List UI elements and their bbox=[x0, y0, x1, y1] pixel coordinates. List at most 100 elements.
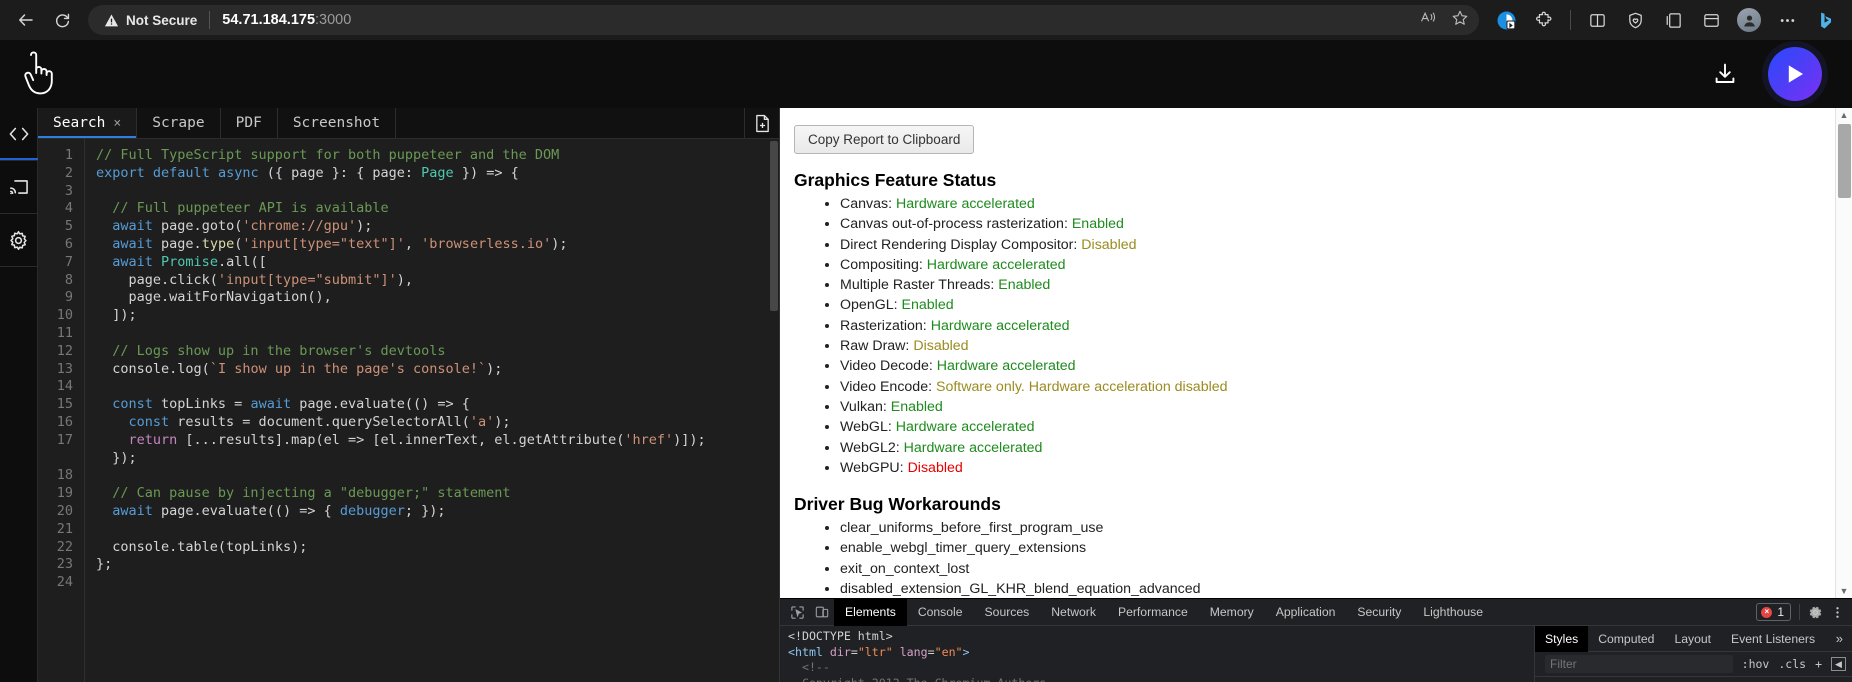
code-token: type bbox=[201, 235, 235, 252]
copy-report-button[interactable]: Copy Report to Clipboard bbox=[794, 125, 975, 154]
code-token: }; bbox=[96, 556, 113, 573]
report-item-label: WebGL2: bbox=[840, 439, 900, 456]
report-list-item: Rasterization: Hardware accelerated bbox=[840, 316, 1835, 336]
devtools-tab-lighthouse[interactable]: Lighthouse bbox=[1412, 599, 1494, 626]
styles-filter-input[interactable] bbox=[1545, 655, 1733, 673]
editor-scrollbar-thumb[interactable] bbox=[770, 141, 778, 311]
code-line: await page.evaluate(() => { debugger; })… bbox=[96, 503, 779, 521]
line-number: 7 bbox=[64, 253, 73, 270]
report-list-item: Canvas: Hardware accelerated bbox=[840, 194, 1835, 214]
scroll-up-arrow[interactable]: ▲ bbox=[1836, 110, 1852, 120]
styles-more-tabs-button[interactable]: » bbox=[1827, 631, 1852, 646]
devtools-tab-label: Lighthouse bbox=[1423, 605, 1484, 619]
code-token: // Logs show up in the browser's devtool… bbox=[96, 342, 446, 359]
new-style-rule-button[interactable]: + bbox=[1815, 657, 1822, 671]
devtools-tab-label: Console bbox=[917, 605, 963, 619]
download-button[interactable] bbox=[1708, 57, 1742, 91]
collections-button[interactable] bbox=[1656, 4, 1690, 36]
code-token: Promise bbox=[161, 253, 218, 270]
browser-essentials-button[interactable] bbox=[1618, 4, 1652, 36]
sidebar-item-devtools-cast[interactable] bbox=[0, 161, 38, 213]
devtools-tab-memory[interactable]: Memory bbox=[1199, 599, 1265, 626]
toolbar-divider bbox=[1570, 10, 1571, 30]
settings-and-more-button[interactable] bbox=[1770, 4, 1804, 36]
code-line: return [...results].map(el => [el.innerT… bbox=[96, 432, 779, 450]
devtools-tab-network[interactable]: Network bbox=[1040, 599, 1107, 626]
copilot-button[interactable] bbox=[1489, 4, 1523, 36]
favorites-bar-button[interactable] bbox=[1694, 4, 1728, 36]
sidebar-item-code-editor[interactable] bbox=[0, 108, 38, 160]
code-token: page. bbox=[152, 218, 202, 235]
editor-scrollbar[interactable] bbox=[769, 139, 779, 682]
page-scrollbar-thumb[interactable] bbox=[1838, 124, 1851, 198]
styles-tab-event-listeners[interactable]: Event Listeners bbox=[1721, 626, 1825, 652]
tab-screenshot[interactable]: Screenshot bbox=[278, 108, 397, 138]
tab-pdf[interactable]: PDF bbox=[221, 108, 278, 138]
back-button[interactable] bbox=[10, 4, 42, 36]
devtools-tab-console[interactable]: Console bbox=[907, 599, 974, 626]
styles-tab-computed[interactable]: Computed bbox=[1588, 626, 1664, 652]
tab-search[interactable]: Search × bbox=[38, 108, 138, 138]
report-item-label: Rasterization: bbox=[840, 317, 927, 334]
hov-toggle-button[interactable]: :hov bbox=[1742, 657, 1770, 671]
page-scrollbar[interactable]: ▲ ▼ bbox=[1835, 108, 1852, 598]
code-line: await page.type('input[type="text"]', 'b… bbox=[96, 236, 779, 254]
split-screen-button[interactable] bbox=[1580, 4, 1614, 36]
extensions-button[interactable] bbox=[1527, 4, 1561, 36]
code-token: .all([ bbox=[217, 253, 267, 270]
cls-toggle-button[interactable]: .cls bbox=[1778, 657, 1806, 671]
new-file-button[interactable] bbox=[745, 108, 779, 138]
code-line: // Can pause by injecting a "debugger;" … bbox=[96, 485, 779, 503]
star-icon[interactable] bbox=[1451, 9, 1469, 32]
dom-tree[interactable]: <!DOCTYPE html> <html dir="ltr" lang="en"… bbox=[780, 626, 1534, 682]
panel-toggle-icon[interactable]: ◀ bbox=[1831, 657, 1846, 671]
security-indicator[interactable]: Not Secure bbox=[104, 13, 197, 28]
report-item-value: Disabled bbox=[907, 459, 963, 476]
styles-tab-styles[interactable]: Styles bbox=[1535, 625, 1589, 652]
sidebar-item-settings[interactable] bbox=[0, 214, 38, 266]
error-badge[interactable]: × 1 bbox=[1756, 603, 1791, 621]
code-brackets-icon bbox=[9, 127, 28, 141]
report-item-label: Canvas out-of-process rasterization: bbox=[840, 216, 1068, 233]
run-button[interactable] bbox=[1768, 47, 1822, 101]
code-token: 'input[type="text"]' bbox=[242, 235, 405, 252]
read-aloud-icon[interactable] bbox=[1420, 10, 1437, 30]
dom-line[interactable]: <html dir="ltr" lang="en"> bbox=[788, 645, 1534, 661]
devtools-tab-sources[interactable]: Sources bbox=[974, 599, 1041, 626]
devtools-tab-performance[interactable]: Performance bbox=[1107, 599, 1199, 626]
devtools-tab-security[interactable]: Security bbox=[1346, 599, 1412, 626]
devtools-settings-button[interactable] bbox=[1808, 605, 1823, 620]
report-list-item: enable_webgl_timer_query_extensions bbox=[840, 538, 1835, 558]
code-token: }) => { bbox=[453, 164, 519, 181]
gear-icon bbox=[10, 230, 27, 250]
code-line: page.click('input[type="submit"]'), bbox=[96, 272, 779, 290]
scroll-down-arrow[interactable]: ▼ bbox=[1836, 586, 1852, 596]
address-bar[interactable]: Not Secure 54.71.184.175:3000 bbox=[88, 5, 1479, 35]
reload-button[interactable] bbox=[46, 4, 78, 36]
dom-line[interactable]: <!-- bbox=[788, 660, 1534, 676]
bing-sidebar-button[interactable] bbox=[1808, 4, 1842, 36]
devtools-tab-elements[interactable]: Elements bbox=[834, 598, 907, 626]
tab-scrape[interactable]: Scrape bbox=[137, 108, 221, 138]
bing-sidebar-icon bbox=[1820, 11, 1831, 29]
dom-line[interactable]: <!DOCTYPE html> bbox=[788, 629, 1534, 645]
code-token: async bbox=[217, 164, 259, 181]
styles-tab-layout[interactable]: Layout bbox=[1664, 626, 1721, 652]
report-list-item: Direct Rendering Display Compositor: Dis… bbox=[840, 235, 1835, 255]
devtools-more-button[interactable] bbox=[1831, 605, 1844, 620]
profile-button[interactable] bbox=[1732, 4, 1766, 36]
omnibox-divider bbox=[209, 11, 211, 29]
inspect-element-button[interactable] bbox=[784, 601, 810, 623]
tab-close-icon[interactable]: × bbox=[113, 116, 121, 131]
dom-line[interactable]: Copyright 2012 The Chromium Authors bbox=[788, 676, 1534, 682]
code-content[interactable]: // Full TypeScript support for both pupp… bbox=[84, 139, 779, 682]
code-editor[interactable]: 1 2 3 4 5 6 7 8 9 10 11 12 13 14 15 16 17 18 19 20 21 22 23 24 … bbox=[38, 139, 779, 682]
devtools-tab-application[interactable]: Application bbox=[1265, 599, 1347, 626]
dom-token: "ltr" bbox=[857, 644, 893, 659]
url-display[interactable]: 54.71.184.175:3000 bbox=[222, 12, 351, 28]
line-number: 21 bbox=[56, 520, 73, 537]
device-toolbar-button[interactable] bbox=[810, 601, 834, 623]
